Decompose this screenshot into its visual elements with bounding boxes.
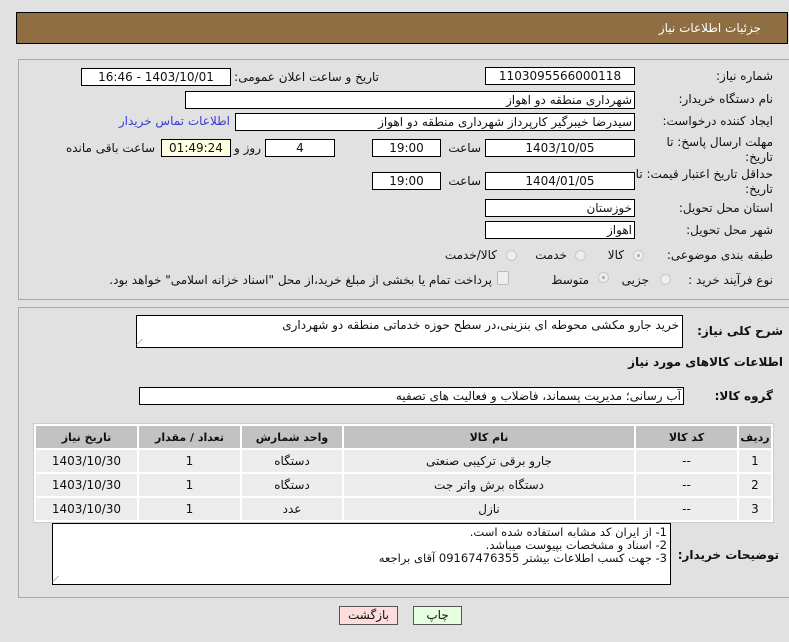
deadline-time-field: 19:00 (372, 139, 441, 157)
col-code: کد کالا (636, 426, 737, 448)
goods-group-field: آب رسانی؛ مدیریت پسماند، فاضلاب و فعالیت… (139, 387, 684, 405)
city-label: شهر محل تحویل: (686, 223, 773, 237)
cell-qty: 1 (139, 450, 240, 472)
page-title: جزئیات اطلاعات نیاز (658, 21, 761, 35)
process-option-minor: جزیی (621, 273, 649, 287)
category-radio-goods[interactable] (633, 250, 644, 261)
days-remaining-field: 4 (265, 139, 335, 157)
cell-code: -- (636, 498, 737, 520)
city-field: اهواز (485, 221, 635, 239)
category-radio-both[interactable] (506, 250, 517, 261)
creator-label: ایجاد کننده درخواست: (662, 114, 773, 128)
col-date: تاریخ نیاز (36, 426, 137, 448)
cell-row: 2 (739, 474, 771, 496)
validity-label: حداقل تاریخ اعتبار قیمت: تا (635, 167, 773, 181)
deadline-time-label: ساعت (448, 141, 481, 155)
deadline-date-field: 1403/10/05 (485, 139, 635, 157)
resize-grip-icon (136, 339, 149, 345)
col-name: نام کالا (344, 426, 634, 448)
note-line: 3- جهت کسب اطلاعات بیشتر 09167476355 آقا… (378, 551, 667, 565)
process-option-medium: متوسط (551, 273, 589, 287)
deadline-label-2: تاریخ: (745, 150, 773, 164)
category-option-service: خدمت (535, 248, 567, 262)
buyer-field: شهرداری منطقه دو اهواز (185, 91, 635, 109)
need-number-field: 1103095566000118 (485, 67, 635, 85)
goods-group-label: گروه کالا: (714, 389, 773, 403)
time-remaining-field: 01:49:24 (161, 139, 231, 157)
cell-unit: دستگاه (242, 450, 342, 472)
buyer-contact-link[interactable]: اطلاعات تماس خریدار (119, 114, 230, 128)
deadline-label: مهلت ارسال پاسخ: تا (666, 135, 773, 149)
table-row: 1 -- جارو برقی ترکیبی صنعتی دستگاه 1 1403/10/… (36, 450, 771, 472)
cell-name: دستگاه برش واتر جت (344, 474, 634, 496)
process-radio-minor[interactable] (660, 274, 671, 285)
cell-date: 1403/10/30 (36, 474, 137, 496)
notes-textarea[interactable]: 1- از ایران کد مشابه استفاده شده است. 2-… (52, 523, 671, 585)
validity-time-field: 19:00 (372, 172, 441, 190)
process-label: نوع فرآیند خرید : (688, 273, 773, 287)
category-option-goods: كالا (607, 248, 624, 262)
days-label: روز و (234, 141, 261, 155)
goods-heading: اطلاعات کالاهای مورد نیاز (628, 355, 783, 369)
process-radio-medium[interactable] (598, 272, 609, 283)
col-row: ردیف (739, 426, 771, 448)
summary-textarea[interactable]: خرید جارو مکشی محوطه ای بنزینی،در سطح حو… (136, 315, 683, 348)
treasury-payment-note: پرداخت تمام یا بخشی از مبلغ خرید،از محل … (109, 273, 492, 287)
cell-row: 1 (739, 450, 771, 472)
summary-label: شرح کلی نیاز: (697, 324, 783, 338)
resize-grip-icon (52, 576, 65, 582)
category-radio-service[interactable] (575, 250, 586, 261)
cell-code: -- (636, 474, 737, 496)
cell-date: 1403/10/30 (36, 450, 137, 472)
print-button[interactable]: چاپ (413, 606, 462, 625)
table-row: 3 -- نازل عدد 1 1403/10/30 (36, 498, 771, 520)
province-label: استان محل تحویل: (678, 201, 773, 215)
category-label: طبقه بندی موضوعی: (666, 248, 773, 262)
cell-unit: عدد (242, 498, 342, 520)
cell-unit: دستگاه (242, 474, 342, 496)
cell-qty: 1 (139, 474, 240, 496)
cell-code: -- (636, 450, 737, 472)
cell-date: 1403/10/30 (36, 498, 137, 520)
validity-label-2: تاریخ: (745, 182, 773, 196)
category-option-both: كالا/خدمت (444, 248, 497, 262)
cell-qty: 1 (139, 498, 240, 520)
announce-label: تاریخ و ساعت اعلان عمومی: (234, 70, 379, 84)
goods-table: ردیف کد کالا نام کالا واحد شمارش تعداد /… (33, 423, 774, 523)
cell-name: جارو برقی ترکیبی صنعتی (344, 450, 634, 472)
creator-field: سیدرضا خیبرگیر کارپرداز شهرداری منطقه دو… (235, 113, 635, 131)
validity-time-label: ساعت (448, 174, 481, 188)
table-row: 2 -- دستگاه برش واتر جت دستگاه 1 1403/10/30 (36, 474, 771, 496)
announce-field: 1403/10/01 - 16:46 (81, 68, 231, 86)
province-field: خوزستان (485, 199, 635, 217)
buyer-label: نام دستگاه خریدار: (678, 92, 774, 106)
table-header-row: ردیف کد کالا نام کالا واحد شمارش تعداد /… (36, 426, 771, 448)
cell-name: نازل (344, 498, 634, 520)
summary-text: خرید جارو مکشی محوطه ای بنزینی،در سطح حو… (282, 318, 679, 332)
notes-label: توضیحات خریدار: (677, 548, 779, 562)
col-qty: تعداد / مقدار (139, 426, 240, 448)
col-unit: واحد شمارش (242, 426, 342, 448)
back-button[interactable]: بازگشت (339, 606, 398, 625)
validity-date-field: 1404/01/05 (485, 172, 635, 190)
treasury-payment-checkbox[interactable] (497, 271, 509, 285)
cell-row: 3 (739, 498, 771, 520)
time-remaining-label: ساعت باقی مانده (65, 141, 155, 155)
need-number-label: شماره نیاز: (716, 69, 773, 83)
page-header: جزئیات اطلاعات نیاز (16, 12, 788, 44)
